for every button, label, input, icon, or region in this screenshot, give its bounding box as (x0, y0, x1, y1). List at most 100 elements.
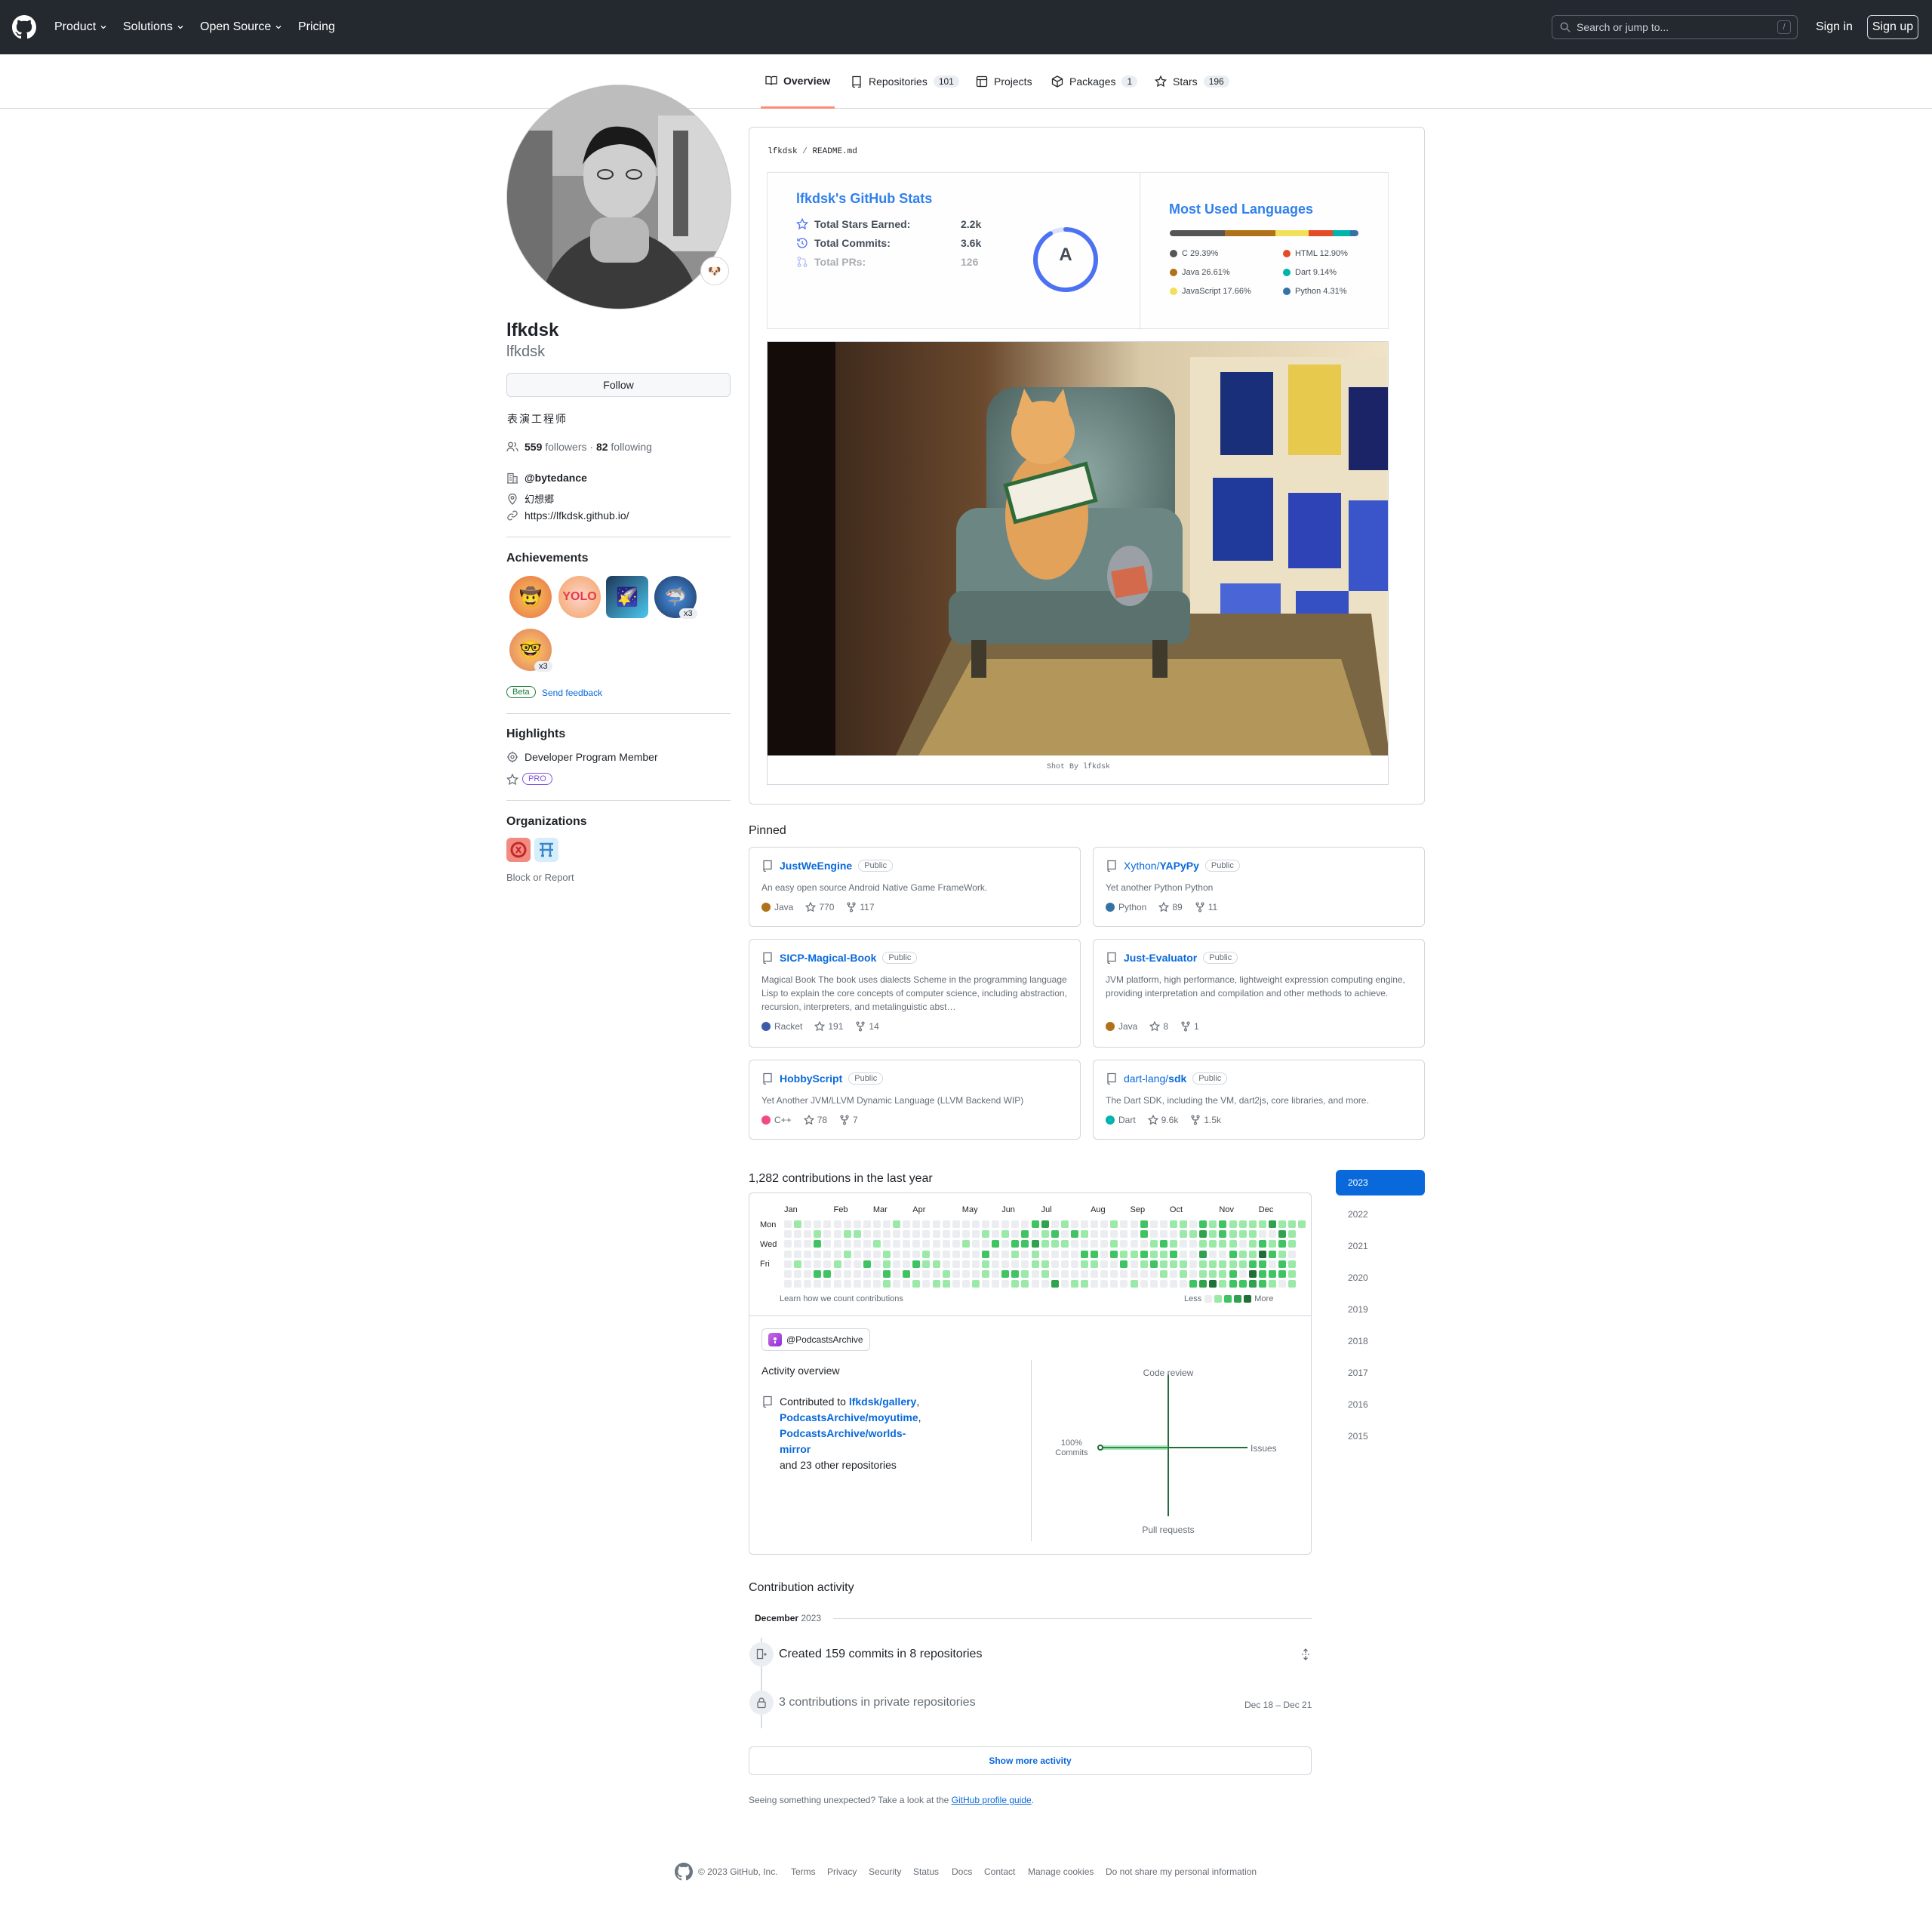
contribution-day[interactable] (1268, 1270, 1276, 1278)
contribution-day[interactable] (1140, 1250, 1148, 1258)
nav-solutions[interactable]: Solutions (123, 0, 184, 54)
contribution-day[interactable] (872, 1220, 881, 1228)
contribution-day[interactable] (912, 1230, 921, 1239)
profile-guide-link[interactable]: GitHub profile guide (952, 1795, 1032, 1805)
contribution-day[interactable] (1031, 1280, 1039, 1288)
contribution-day[interactable] (912, 1270, 921, 1278)
unfold-icon[interactable] (1300, 1648, 1312, 1660)
contribution-day[interactable] (982, 1260, 989, 1268)
contribution-day[interactable] (971, 1280, 980, 1288)
contribution-day[interactable] (823, 1280, 832, 1288)
contribution-day[interactable] (1248, 1280, 1257, 1288)
contribution-day[interactable] (893, 1240, 901, 1248)
contribution-day[interactable] (1031, 1220, 1039, 1228)
contribution-day[interactable] (804, 1270, 812, 1278)
contribution-day[interactable] (1288, 1230, 1297, 1239)
contribution-day[interactable] (1238, 1230, 1247, 1239)
contribution-day[interactable] (843, 1250, 851, 1258)
contribution-day[interactable] (1001, 1240, 1010, 1248)
contribution-day[interactable] (853, 1280, 861, 1288)
contribution-day[interactable] (833, 1250, 841, 1258)
contribution-day[interactable] (971, 1240, 980, 1248)
contribution-day[interactable] (823, 1270, 832, 1278)
contribution-day[interactable] (1011, 1220, 1020, 1228)
contribution-day[interactable] (1021, 1220, 1029, 1228)
contribution-day[interactable] (1248, 1260, 1257, 1268)
contribution-day[interactable] (1199, 1270, 1208, 1278)
contribution-day[interactable] (1159, 1220, 1168, 1228)
contribution-day[interactable] (843, 1270, 851, 1278)
contribution-day[interactable] (833, 1270, 841, 1278)
contribution-day[interactable] (1140, 1240, 1148, 1248)
contribution-day[interactable] (1169, 1220, 1177, 1228)
tab-stars[interactable]: Stars 196 (1155, 54, 1229, 109)
contribution-day[interactable] (1288, 1240, 1297, 1248)
contribution-day[interactable] (1149, 1250, 1158, 1258)
contribution-day[interactable] (903, 1240, 911, 1248)
contribution-day[interactable] (1081, 1280, 1088, 1288)
contribution-day[interactable] (1169, 1250, 1177, 1258)
contribution-day[interactable] (942, 1230, 950, 1239)
contribution-day[interactable] (961, 1250, 970, 1258)
contribution-day[interactable] (872, 1280, 881, 1288)
contribution-day[interactable] (912, 1280, 921, 1288)
contribution-day[interactable] (982, 1280, 989, 1288)
contribution-day[interactable] (1140, 1280, 1148, 1288)
contribution-day[interactable] (843, 1230, 851, 1239)
footer-link-privacy[interactable]: Privacy (827, 1866, 857, 1877)
contribution-day[interactable] (1229, 1250, 1237, 1258)
contribution-day[interactable] (1159, 1250, 1168, 1258)
contribution-day[interactable] (1130, 1240, 1138, 1248)
tab-projects[interactable]: Projects (976, 54, 1032, 109)
contribution-day[interactable] (942, 1260, 950, 1268)
contribution-day[interactable] (804, 1260, 812, 1268)
readme-path-user[interactable]: lfkdsk (768, 147, 798, 156)
contribution-day[interactable] (992, 1230, 1000, 1239)
contribution-day[interactable] (1258, 1280, 1266, 1288)
contribution-day[interactable] (1081, 1240, 1088, 1248)
contribution-day[interactable] (1199, 1240, 1208, 1248)
pinned-repo-link[interactable]: Just-Evaluator (1124, 952, 1197, 964)
organization-filter-button[interactable]: @PodcastsArchive (761, 1328, 870, 1351)
contribution-day[interactable] (971, 1260, 980, 1268)
contribution-day[interactable] (922, 1270, 931, 1278)
contribution-day[interactable] (1258, 1240, 1266, 1248)
contribution-day[interactable] (1149, 1280, 1158, 1288)
contribution-day[interactable] (833, 1220, 841, 1228)
contribution-day[interactable] (1060, 1260, 1069, 1268)
contribution-day[interactable] (1081, 1270, 1088, 1278)
contribution-day[interactable] (1031, 1230, 1039, 1239)
contribution-day[interactable] (1288, 1280, 1297, 1288)
contribution-day[interactable] (952, 1260, 960, 1268)
contribution-day[interactable] (1229, 1280, 1237, 1288)
send-feedback-link[interactable]: Send feedback (542, 688, 602, 698)
contribution-day[interactable] (1159, 1260, 1168, 1268)
contribution-day[interactable] (992, 1220, 1000, 1228)
contribution-day[interactable] (1081, 1230, 1088, 1239)
contribution-day[interactable] (784, 1230, 792, 1239)
contribution-day[interactable] (1100, 1250, 1109, 1258)
contribution-day[interactable] (1169, 1230, 1177, 1239)
contribution-day[interactable] (952, 1230, 960, 1239)
contribution-day[interactable] (1021, 1270, 1029, 1278)
contribution-day[interactable] (1278, 1220, 1286, 1228)
contribution-day[interactable] (1140, 1230, 1148, 1239)
contribution-day[interactable] (1051, 1230, 1059, 1239)
contribution-day[interactable] (1248, 1220, 1257, 1228)
contribution-day[interactable] (804, 1280, 812, 1288)
pinned-repo-link[interactable]: YAPyPy (1159, 860, 1198, 872)
following-label[interactable]: following (611, 441, 651, 453)
contribution-day[interactable] (1091, 1250, 1099, 1258)
contribution-day[interactable] (1248, 1270, 1257, 1278)
contribution-day[interactable] (912, 1250, 921, 1258)
contribution-day[interactable] (1288, 1270, 1297, 1278)
contribution-day[interactable] (942, 1280, 950, 1288)
contribution-day[interactable] (814, 1240, 822, 1248)
contribution-day[interactable] (1180, 1280, 1187, 1288)
contribution-day[interactable] (1081, 1250, 1088, 1258)
contribution-day[interactable] (1298, 1220, 1306, 1228)
contribution-day[interactable] (794, 1250, 802, 1258)
contribution-day[interactable] (961, 1270, 970, 1278)
contribution-day[interactable] (1238, 1270, 1247, 1278)
contribution-day[interactable] (982, 1240, 989, 1248)
